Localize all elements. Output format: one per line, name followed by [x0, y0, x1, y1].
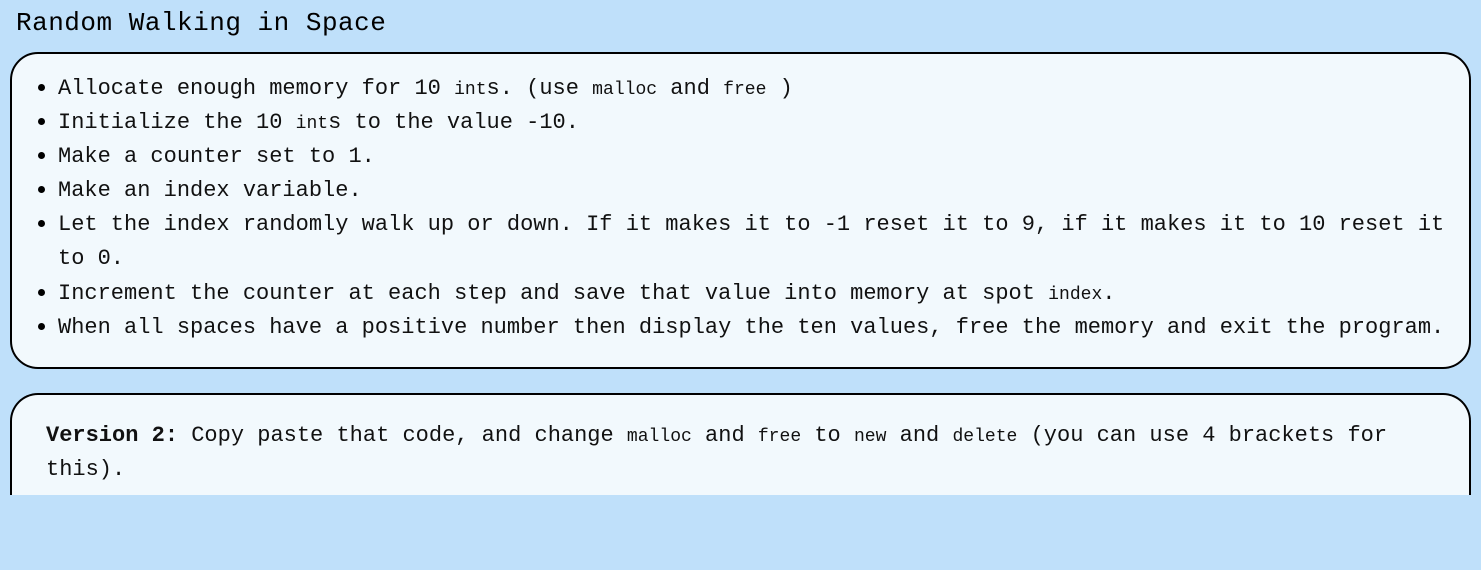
- text-fragment: When all spaces have a positive number t…: [58, 315, 1444, 340]
- text-fragment: Let the index randomly walk up or down. …: [58, 212, 1444, 271]
- code-fragment: int: [454, 80, 486, 100]
- code-fragment: index: [1048, 285, 1102, 305]
- list-item: Allocate enough memory for 10 ints. (use…: [34, 72, 1447, 106]
- list-item: Make a counter set to 1.: [34, 140, 1447, 174]
- text-fragment: s to the value -10.: [328, 110, 579, 135]
- text-fragment: s. (use: [487, 76, 593, 101]
- text-fragment: ): [766, 76, 792, 101]
- text-fragment: and: [886, 423, 952, 448]
- version2-box: Version 2: Copy paste that code, and cha…: [10, 393, 1471, 495]
- code-fragment: delete: [952, 427, 1017, 447]
- list-item: Initialize the 10 ints to the value -10.: [34, 106, 1447, 140]
- list-item: Increment the counter at each step and s…: [34, 277, 1447, 311]
- code-fragment: free: [723, 80, 766, 100]
- text-fragment: Make a counter set to 1.: [58, 144, 375, 169]
- code-fragment: free: [758, 427, 801, 447]
- instructions-list: Allocate enough memory for 10 ints. (use…: [34, 72, 1447, 345]
- text-fragment: and: [657, 76, 723, 101]
- text-fragment: Copy paste that code, and change: [178, 423, 627, 448]
- text-fragment: and: [692, 423, 758, 448]
- text-fragment: Make an index variable.: [58, 178, 362, 203]
- list-item: Let the index randomly walk up or down. …: [34, 208, 1447, 276]
- text-fragment: Allocate enough memory for 10: [58, 76, 454, 101]
- version2-label: Version 2:: [46, 423, 178, 448]
- code-fragment: malloc: [627, 427, 692, 447]
- instructions-box: Allocate enough memory for 10 ints. (use…: [10, 52, 1471, 369]
- text-fragment: to: [801, 423, 854, 448]
- code-fragment: new: [854, 427, 886, 447]
- page-title: Random Walking in Space: [0, 0, 1481, 52]
- text-fragment: .: [1102, 281, 1115, 306]
- text-fragment: Initialize the 10: [58, 110, 296, 135]
- text-fragment: Increment the counter at each step and s…: [58, 281, 1048, 306]
- code-fragment: int: [296, 114, 328, 134]
- list-item: When all spaces have a positive number t…: [34, 311, 1447, 345]
- list-item: Make an index variable.: [34, 174, 1447, 208]
- code-fragment: malloc: [592, 80, 657, 100]
